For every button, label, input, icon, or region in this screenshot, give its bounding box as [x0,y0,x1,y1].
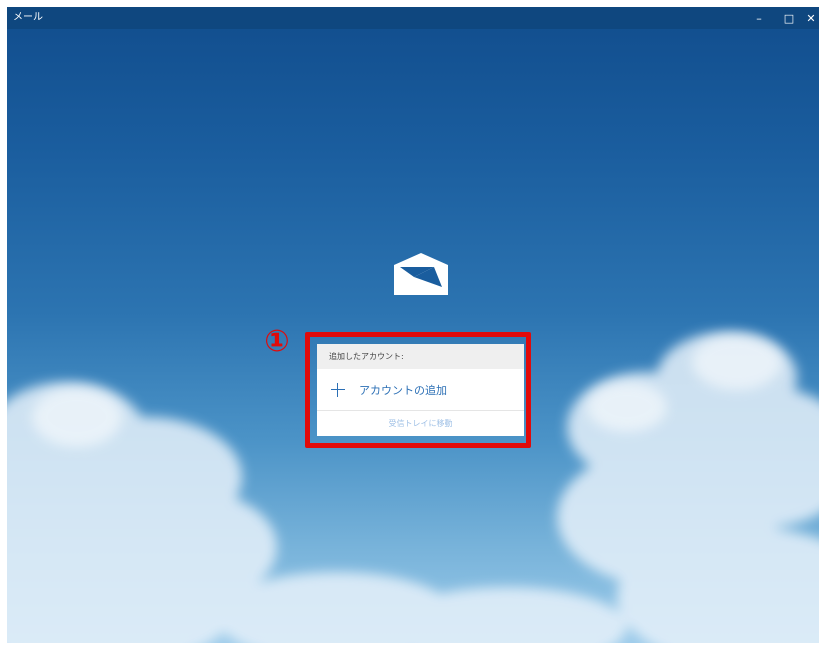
account-panel: 追加したアカウント: アカウントの追加 受信トレイに移動 [317,344,524,436]
add-account-label: アカウントの追加 [359,383,447,397]
added-accounts-header: 追加したアカウント: [317,344,524,369]
mail-envelope-icon [394,253,448,295]
step-number-badge: ① [264,324,290,359]
mail-app-window: メール – □ ✕ ① 追加したアカウント: アカウントの追加 受信トレイに移動 [7,7,819,643]
cloud-background [7,332,819,643]
go-to-inbox-link[interactable]: 受信トレイに移動 [317,411,524,436]
add-account-button[interactable]: アカウントの追加 [317,369,524,411]
plus-icon [331,382,345,397]
